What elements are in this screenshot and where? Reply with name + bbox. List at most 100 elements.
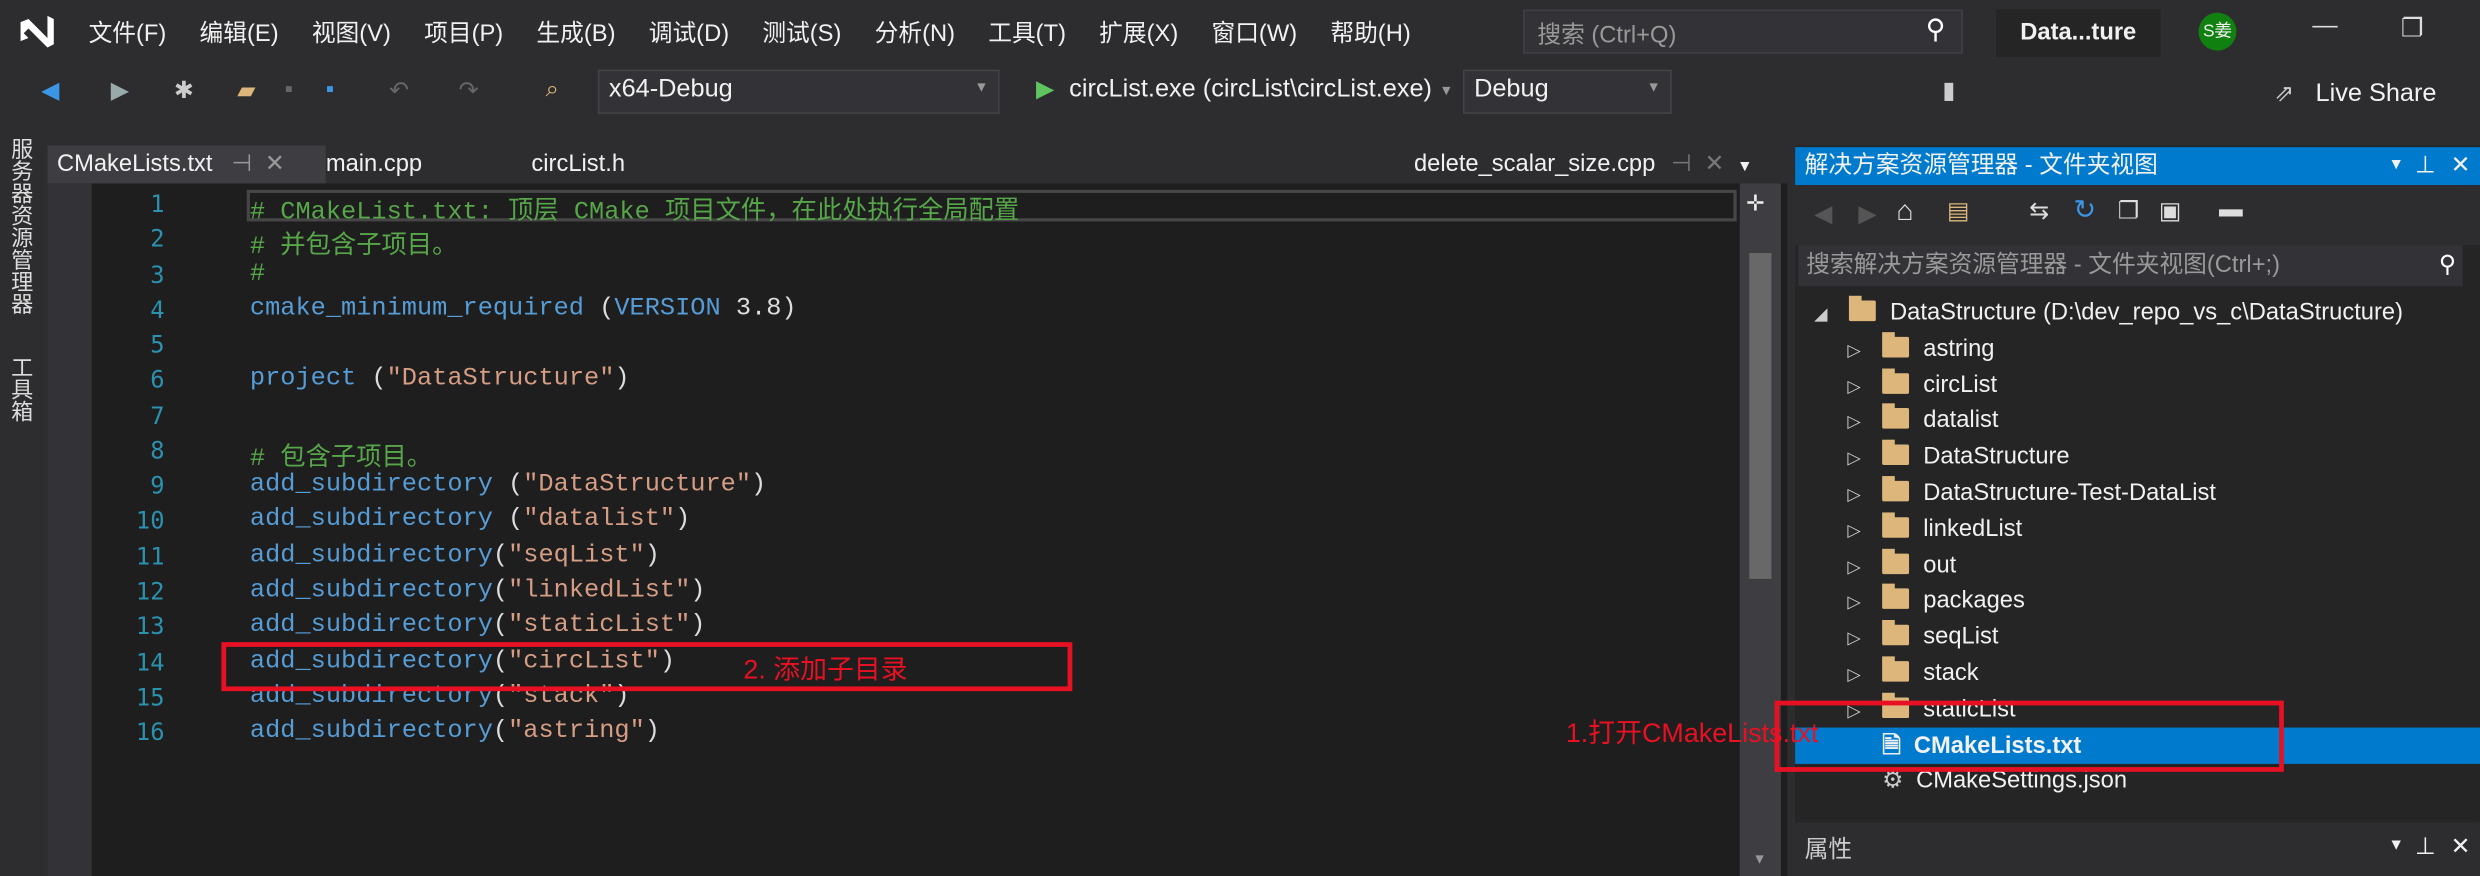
- tree-folder[interactable]: ▷ datalist: [1847, 402, 1998, 438]
- menu-item[interactable]: 编辑(E): [200, 15, 279, 48]
- collapsed-icon[interactable]: ▷: [1847, 550, 1882, 586]
- menu-item[interactable]: 调试(D): [649, 15, 729, 48]
- menu-item[interactable]: 工具(T): [988, 15, 1066, 48]
- back-icon[interactable]: ◀: [1814, 199, 1832, 228]
- tree-folder[interactable]: ▷ linkedList: [1847, 511, 2022, 547]
- code-line[interactable]: add_subdirectory("seqList"): [250, 540, 660, 568]
- menu-item[interactable]: 生成(B): [536, 15, 615, 48]
- code-line[interactable]: add_subdirectory ("datalist"): [250, 505, 690, 533]
- save-icon[interactable]: ▪: [285, 76, 293, 103]
- code-line[interactable]: add_subdirectory("staticList"): [250, 611, 706, 639]
- menu-item[interactable]: 扩展(X): [1099, 15, 1178, 48]
- menu-item[interactable]: 测试(S): [762, 15, 841, 48]
- explorer-search-input[interactable]: 搜索解决方案资源管理器 - 文件夹视图(Ctrl+;) ⚲: [1798, 245, 2463, 287]
- collapsed-icon[interactable]: ▷: [1847, 406, 1882, 442]
- chevron-down-icon[interactable]: ▼: [1439, 82, 1453, 98]
- collapsed-icon[interactable]: ▷: [1847, 586, 1882, 622]
- menu-item[interactable]: 视图(V): [312, 15, 391, 48]
- tab-delete-scalar-size[interactable]: delete_scalar_size.cpp ⊣ ✕ ▼: [1404, 146, 1762, 184]
- menu-item[interactable]: 帮助(H): [1330, 15, 1410, 48]
- split-icon[interactable]: ✛: [1746, 190, 1765, 217]
- undo-icon[interactable]: ↶: [389, 76, 409, 104]
- scroll-down-icon[interactable]: ▼: [1752, 851, 1766, 867]
- collapsed-icon[interactable]: ▷: [1847, 369, 1882, 405]
- menu-item[interactable]: 分析(N): [875, 15, 955, 48]
- collapse-all-icon[interactable]: ❐: [2118, 196, 2139, 225]
- forward-icon[interactable]: ▶: [1858, 199, 1876, 228]
- tab-cmakelists[interactable]: CMakeLists.txt ⊣ ✕: [47, 145, 326, 184]
- forward-icon[interactable]: ▶: [111, 76, 129, 104]
- code-line[interactable]: # CMakeList.txt: 顶层 CMake 项目文件，在此处执行全局配置: [250, 188, 1019, 226]
- close-icon[interactable]: ✕: [2451, 147, 2471, 185]
- tree-folder[interactable]: ▷ astring: [1847, 330, 1994, 366]
- sync-icon[interactable]: ⇆: [2029, 196, 2049, 225]
- tree-folder[interactable]: ▷ DataStructure: [1847, 438, 2070, 474]
- close-icon[interactable]: ✕: [2451, 832, 2471, 861]
- menu-item[interactable]: 窗口(W): [1211, 15, 1297, 48]
- home-icon[interactable]: ⌂: [1896, 195, 1913, 228]
- live-share-button[interactable]: Live Share: [2316, 81, 2437, 109]
- code-line[interactable]: cmake_minimum_required (VERSION 3.8): [250, 294, 797, 322]
- minimize-icon[interactable]: —: [2312, 13, 2337, 41]
- tree-folder[interactable]: ▷ stack: [1847, 655, 1979, 694]
- tree-folder[interactable]: ▷ seqList: [1847, 619, 1998, 655]
- tree-folder[interactable]: ▷ DataStructure-Test-DataList: [1847, 474, 2216, 510]
- startup-item-button[interactable]: circList.exe (circList\circList.exe): [1069, 76, 1432, 104]
- refresh-icon[interactable]: ↻: [2074, 195, 2097, 227]
- show-all-files-icon[interactable]: ▣: [2159, 196, 2181, 225]
- close-icon[interactable]: ✕: [265, 150, 285, 177]
- line-number: 11: [135, 542, 165, 571]
- tree-folder[interactable]: ▷ out: [1847, 547, 1956, 583]
- save-all-icon[interactable]: ▪: [326, 76, 334, 103]
- platform-dropdown[interactable]: x64-Debug ▼: [597, 69, 1000, 114]
- back-icon[interactable]: ◀: [41, 76, 59, 104]
- restore-icon[interactable]: ❐: [2401, 13, 2424, 45]
- menu-item[interactable]: 文件(F): [89, 15, 167, 48]
- global-search-input[interactable]: 搜索 (Ctrl+Q) ⚲: [1523, 9, 1963, 54]
- new-project-icon[interactable]: ✱: [174, 76, 194, 104]
- tree-folder[interactable]: ▷ circList: [1847, 366, 1997, 402]
- code-line[interactable]: # 并包含子项目。: [250, 223, 458, 261]
- tab-circlist-h[interactable]: circList.h: [522, 146, 635, 184]
- code-line[interactable]: add_subdirectory("astring"): [250, 717, 660, 745]
- chevron-down-icon[interactable]: ▼: [2388, 837, 2404, 854]
- pin-icon[interactable]: ⊥: [2415, 832, 2436, 861]
- find-in-files-icon[interactable]: ⌕: [546, 76, 559, 103]
- code-line[interactable]: add_subdirectory ("DataStructure"): [250, 470, 766, 498]
- collapsed-icon[interactable]: ▷: [1847, 622, 1882, 658]
- code-line[interactable]: add_subdirectory("linkedList"): [250, 576, 706, 604]
- search-icon: ⚲: [1925, 14, 1946, 45]
- configuration-dropdown[interactable]: Debug ▼: [1463, 69, 1672, 114]
- open-folder-icon[interactable]: ▰: [237, 76, 255, 104]
- code-token: (: [583, 293, 615, 323]
- pin-icon[interactable]: ⊥: [2415, 147, 2436, 185]
- code-token: ): [614, 364, 630, 393]
- tab-overflow-icon[interactable]: ▼: [1737, 158, 1753, 175]
- code-line[interactable]: #: [250, 259, 265, 287]
- menu-item[interactable]: 项目(P): [424, 15, 503, 48]
- collapsed-icon[interactable]: ▷: [1847, 333, 1882, 369]
- toolbox-tab[interactable]: 工具箱: [6, 356, 38, 422]
- expanded-icon[interactable]: ◢: [1814, 297, 1849, 333]
- collapsed-icon[interactable]: ▷: [1847, 478, 1882, 514]
- code-line[interactable]: project ("DataStructure"): [250, 364, 630, 392]
- chevron-down-icon[interactable]: ▼: [2388, 147, 2404, 185]
- server-explorer-tab[interactable]: 服务器资源管理器: [6, 138, 38, 315]
- pin-icon[interactable]: ⊣: [231, 150, 252, 177]
- redo-icon[interactable]: ↷: [459, 76, 479, 104]
- avatar[interactable]: S姜: [2198, 12, 2237, 51]
- switch-views-icon[interactable]: ▤: [1947, 196, 1969, 225]
- properties-icon[interactable]: ▬: [2219, 196, 2243, 223]
- collapsed-icon[interactable]: ▷: [1847, 514, 1882, 550]
- tree-root[interactable]: ◢ DataStructure (D:\dev_repo_vs_c\DataStr…: [1814, 294, 2403, 330]
- start-debug-icon[interactable]: ▶: [1036, 74, 1054, 103]
- bookmark-icon[interactable]: ▮: [1942, 76, 1955, 104]
- scrollbar-thumb[interactable]: [1749, 253, 1772, 579]
- tree-folder[interactable]: ▷ packages: [1847, 583, 2025, 622]
- close-icon[interactable]: ✕: [1704, 150, 1724, 177]
- pin-icon[interactable]: ⊣: [1671, 150, 1692, 177]
- collapsed-icon[interactable]: ▷: [1847, 658, 1882, 694]
- tab-main-cpp[interactable]: main.cpp: [316, 146, 431, 184]
- collapsed-icon[interactable]: ▷: [1847, 442, 1882, 478]
- code-line[interactable]: # 包含子项目。: [250, 435, 432, 472]
